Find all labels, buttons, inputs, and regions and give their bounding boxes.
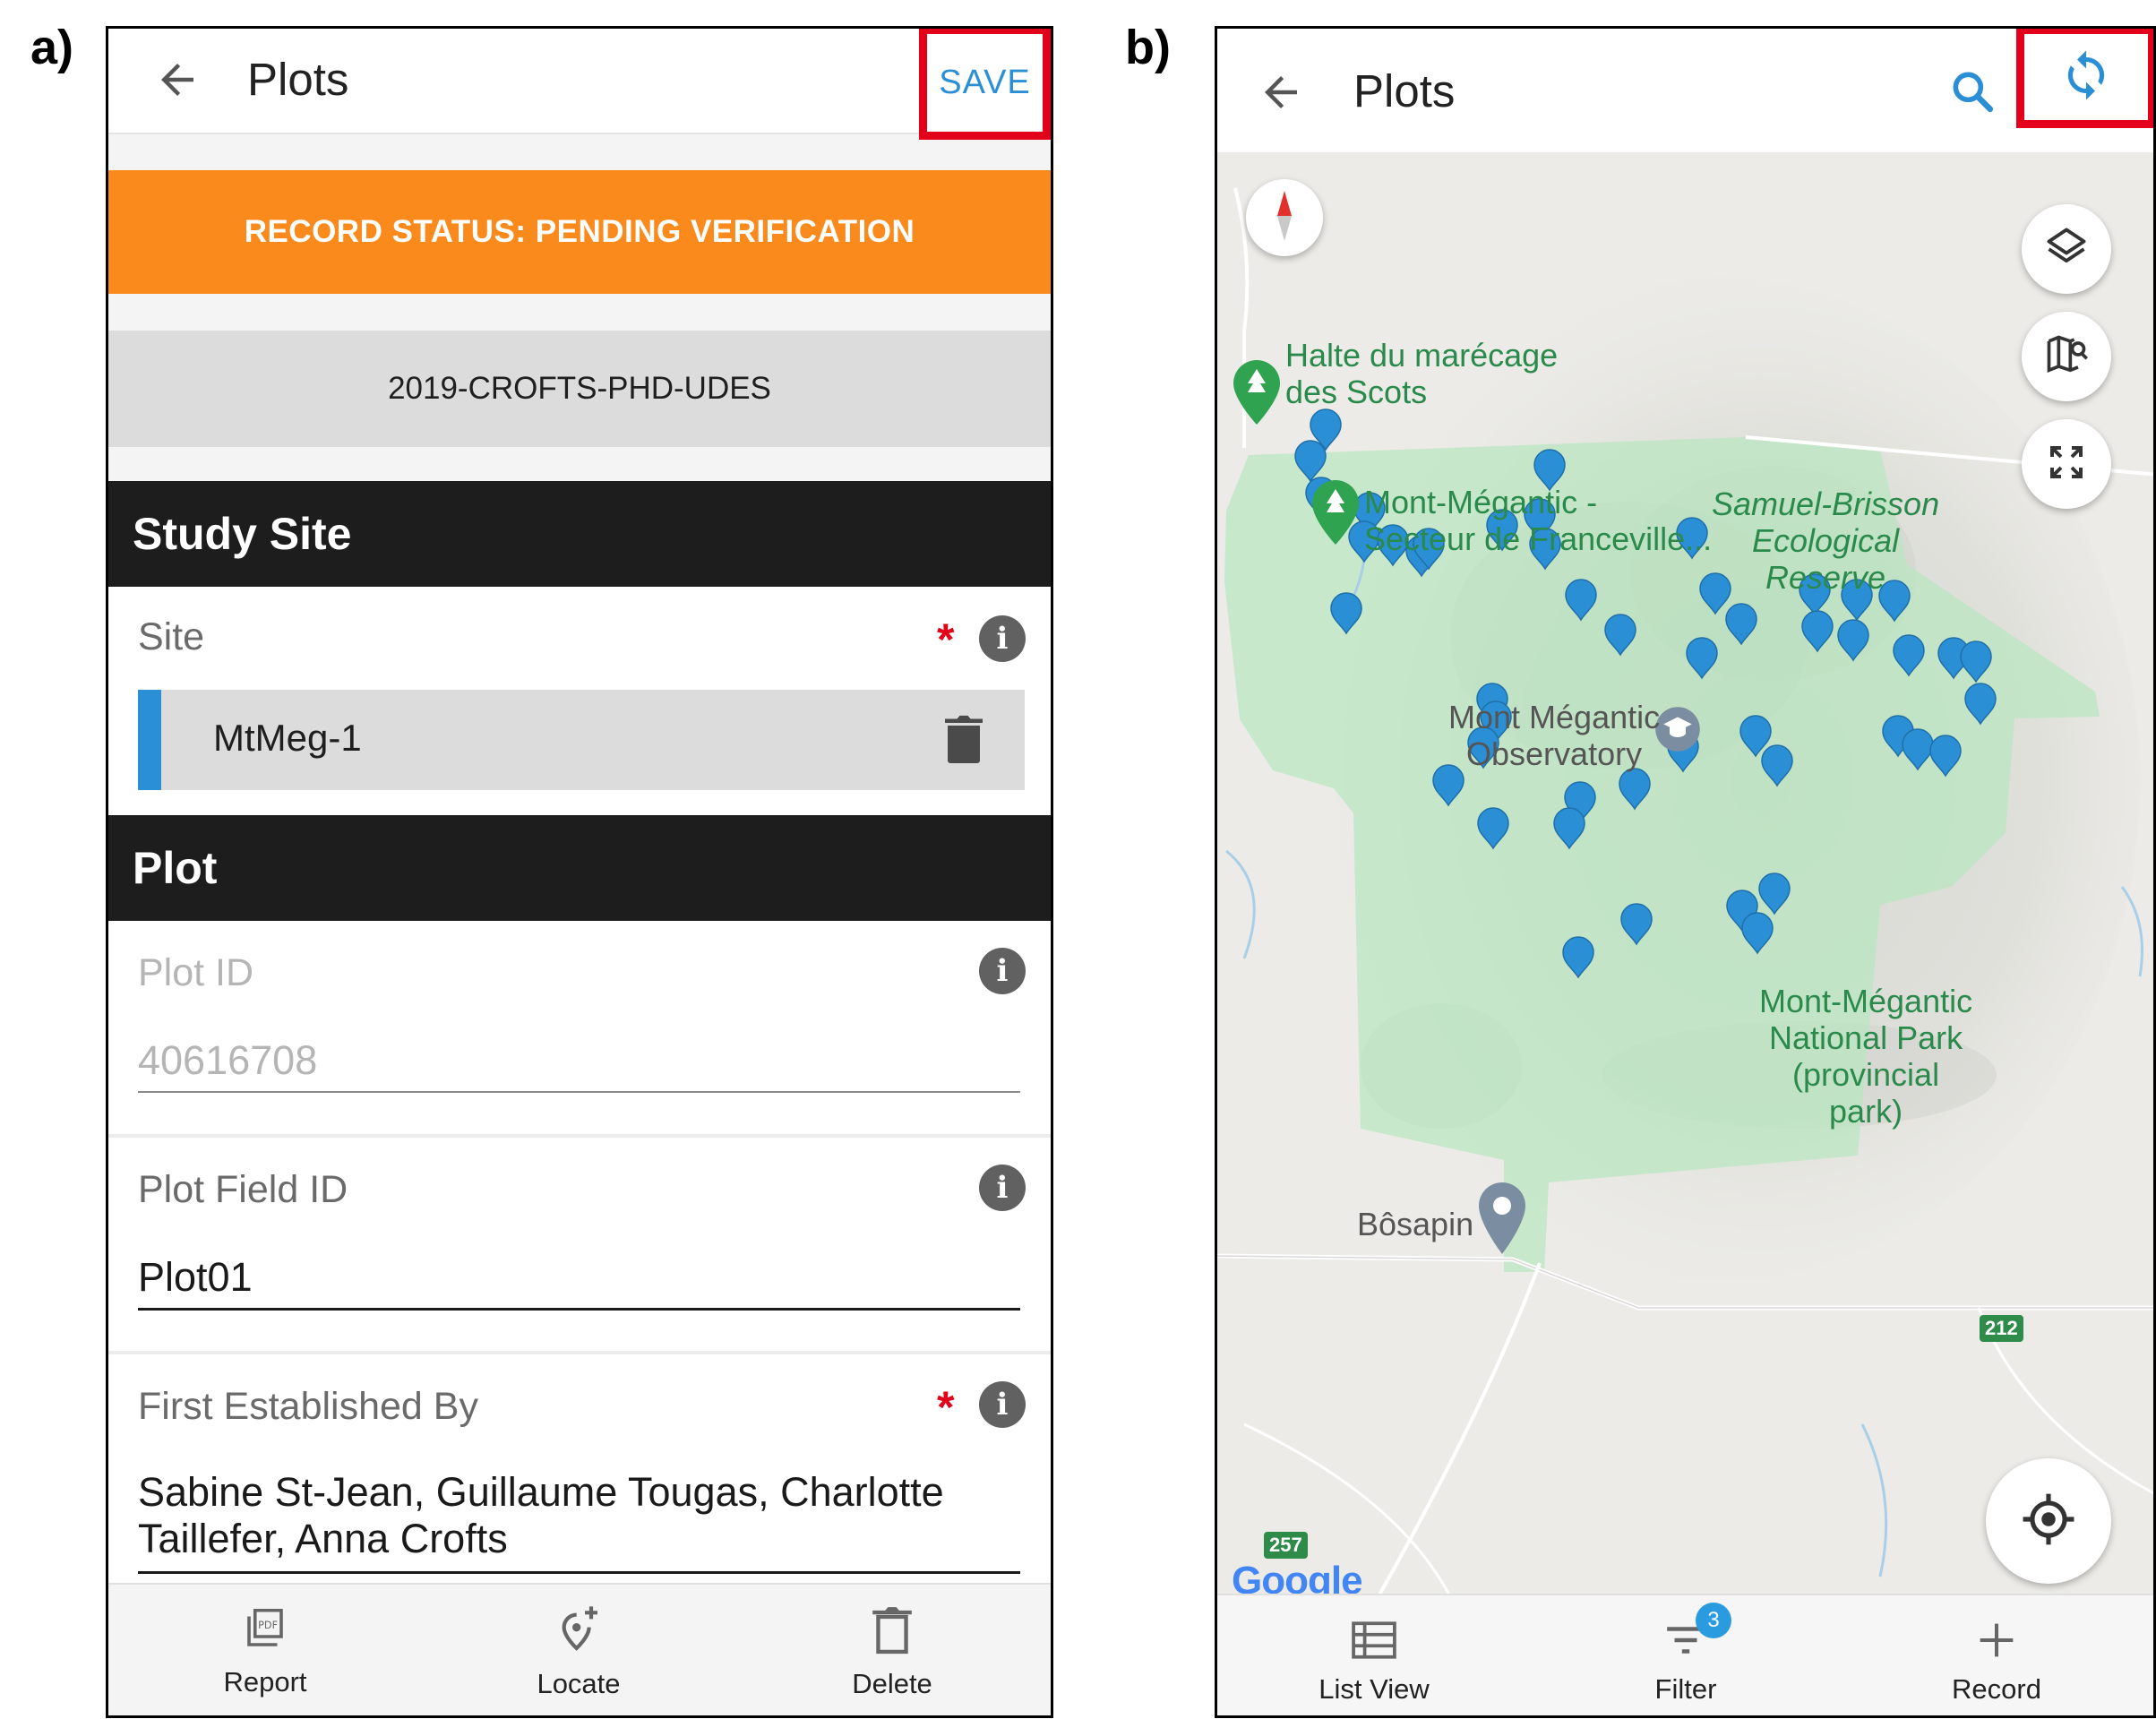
plot-id-value: 40616708 [138,1037,318,1083]
place-pin-icon[interactable] [1479,1182,1525,1259]
list-view-label: List View [1319,1673,1430,1705]
plot-field-id-field[interactable]: Plot Field ID i Plot01 [108,1138,1051,1351]
report-button[interactable]: PDF Report [211,1604,319,1698]
sync-button[interactable] [2016,29,2153,128]
site-chip[interactable]: MtMeg-1 [138,690,1025,790]
map-search-icon [2043,331,2090,382]
plot-id-underline [138,1091,1020,1093]
plot-field-id-underline [138,1308,1020,1311]
fullscreen-button[interactable] [2022,419,2111,509]
plus-icon [1977,1620,2016,1664]
info-icon[interactable]: i [979,615,1026,662]
panel-label-a: a) [30,21,74,74]
map-label-samuel-brisson: Samuel-Brisson Ecological Reserve [1712,486,1940,596]
app-bar: Plots SAVE [108,29,1051,140]
compass-button[interactable] [1246,179,1323,256]
info-icon[interactable]: i [979,1381,1026,1428]
map-label-franceville: Mont-Mégantic - Secteur de Franceville..… [1364,484,1713,557]
site-label: Site [138,615,205,658]
project-name-bar: 2019-CROFTS-PHD-UDES [108,331,1051,447]
report-label: Report [223,1666,307,1698]
list-icon [1352,1620,1396,1664]
page-title: Plots [1353,65,1456,116]
first-established-by-underline [138,1571,1020,1574]
map-view[interactable]: Halte du marécage des Scots Mont-Méganti… [1217,152,2153,1596]
search-icon[interactable] [1947,66,1997,121]
info-icon[interactable]: i [979,1165,1026,1211]
site-value: MtMeg-1 [213,717,362,759]
back-arrow-icon[interactable] [153,56,202,108]
route-257-shield: 257 [1264,1532,1308,1559]
site-field: Site * i MtMeg-1 [108,587,1051,843]
panel-label-b: b) [1125,21,1171,74]
required-mark: * [937,615,955,665]
route-212-shield: 212 [1980,1315,2023,1342]
first-established-by-field[interactable]: First Established By * i Sabine St-Jean,… [108,1354,1051,1614]
park-pin-icon[interactable] [1312,480,1359,549]
app-bar: Plots [1217,29,2153,152]
chip-accent [138,690,161,790]
fullscreen-icon [2045,441,2088,488]
my-location-button[interactable] [1986,1458,2111,1584]
google-logo: Google [1232,1559,1363,1596]
locate-button[interactable]: Locate [525,1604,632,1700]
map-type-button[interactable] [2022,312,2111,401]
map-label-bosapin: Bôsapin [1357,1206,1474,1242]
page-title: Plots [247,54,349,105]
required-mark: * [937,1382,955,1432]
delete-button[interactable]: Delete [838,1604,946,1700]
plot-id-label: Plot ID [138,951,254,994]
filter-count-badge: 3 [1696,1603,1731,1638]
add-location-icon [554,1604,604,1659]
svg-text:PDF: PDF [258,1620,278,1631]
locate-label: Locate [537,1668,621,1699]
delete-label: Delete [852,1668,932,1699]
back-arrow-icon[interactable] [1257,68,1305,121]
record-button[interactable]: Record [1925,1620,2068,1706]
record-status-banner: RECORD STATUS: PENDING VERIFICATION [108,170,1051,294]
plot-id-field: Plot ID i 40616708 [108,921,1051,1134]
bottom-action-bar: PDF Report Locate Delete [108,1583,1051,1715]
crosshair-icon [2021,1491,2076,1551]
park-pin-icon[interactable] [1233,360,1280,429]
section-header-plot: Plot [108,815,1051,921]
map-label-halte: Halte du marécage des Scots [1285,337,1559,410]
map-label-observatory: Mont Mégantic Observatory [1448,699,1661,772]
bottom-navigation: List View Filter 3 Record [1217,1594,2153,1715]
pdf-icon: PDF [240,1604,290,1657]
first-established-by-value[interactable]: Sabine St-Jean, Guillaume Tougas, Charlo… [138,1469,998,1562]
map-label-national-park: Mont-Mégantic National Park (provincial … [1759,983,1973,1130]
filter-label: Filter [1654,1673,1717,1705]
layers-button[interactable] [2022,204,2111,294]
plots-map-screen: Plots Halte du marécage des Scots Mont-M… [1215,26,2156,1718]
compass-icon [1267,190,1302,245]
section-header-study-site: Study Site [108,481,1051,587]
list-view-button[interactable]: List View [1302,1620,1446,1706]
plot-field-id-value[interactable]: Plot01 [138,1254,998,1301]
trash-icon [872,1604,913,1659]
trash-icon[interactable] [944,715,984,768]
info-icon[interactable]: i [979,948,1026,994]
save-button[interactable]: SAVE [919,29,1051,140]
sync-icon [2059,48,2113,107]
plot-form-screen: Plots SAVE RECORD STATUS: PENDING VERIFI… [106,26,1053,1718]
filter-button[interactable]: Filter [1614,1620,1757,1706]
plot-field-id-label: Plot Field ID [138,1168,348,1211]
education-pin-icon[interactable] [1654,705,1702,758]
first-established-by-label: First Established By [138,1385,478,1428]
record-label: Record [1952,1673,2041,1705]
layers-icon [2043,224,2090,275]
